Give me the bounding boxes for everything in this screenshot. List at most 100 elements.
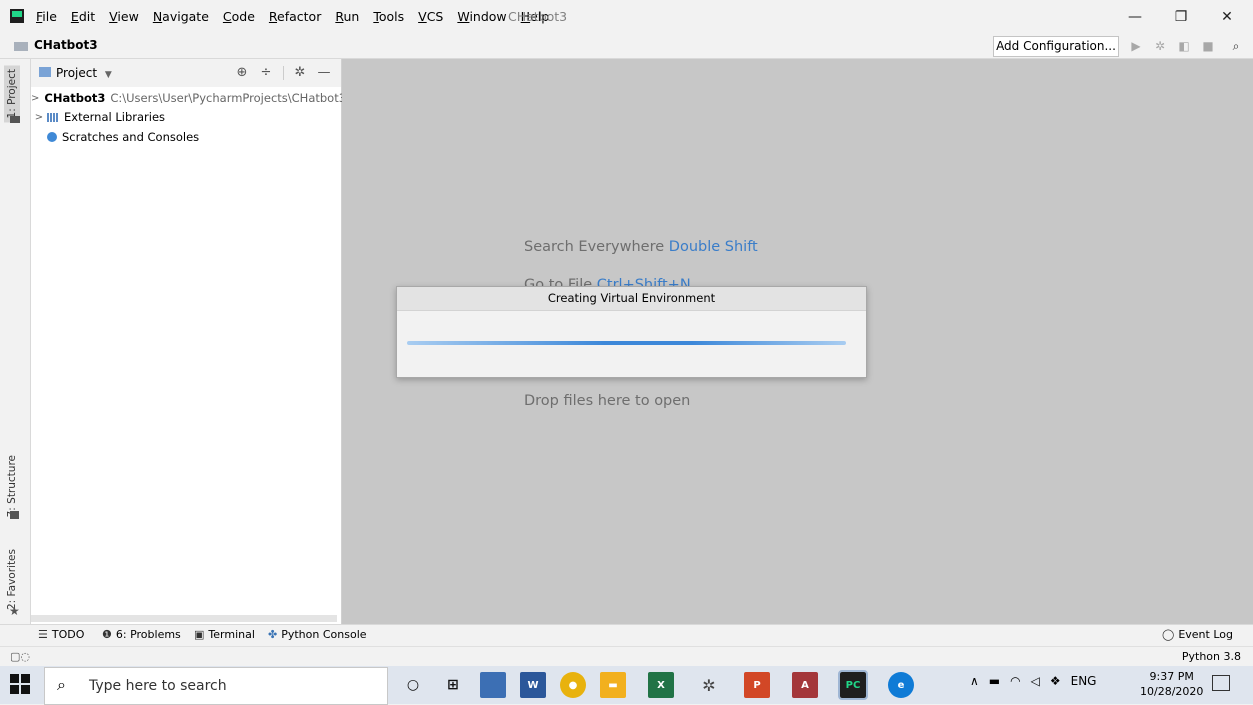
close-button[interactable]: ✕ xyxy=(1204,4,1250,30)
tree-item-project-root[interactable]: > CHatbot3 C:\Users\User\PycharmProjects… xyxy=(31,88,346,108)
hint-text: Drop files here to open xyxy=(524,393,691,409)
tree-item-scratches[interactable]: Scratches and Consoles xyxy=(31,127,341,147)
project-view-selector[interactable]: Project ▼ xyxy=(56,66,112,80)
menu-edit[interactable]: Edit xyxy=(71,9,95,24)
cortana-icon[interactable]: ○ xyxy=(400,672,426,698)
scratches-icon xyxy=(47,132,57,142)
tool-label: Terminal xyxy=(208,628,255,641)
clock-time: 9:37 PM xyxy=(1149,670,1194,683)
app-icon[interactable] xyxy=(480,672,506,698)
battery-icon[interactable]: ▬ xyxy=(989,674,1000,688)
tree-item-label: CHatbot3 xyxy=(44,91,106,105)
excel-icon[interactable]: X xyxy=(648,672,674,698)
chrome-icon[interactable]: ● xyxy=(560,672,586,698)
library-icon xyxy=(47,112,59,122)
menu-code[interactable]: Code xyxy=(223,9,255,24)
menu-navigate[interactable]: Navigate xyxy=(153,9,209,24)
project-panel: Project ▼ ⊕ ÷ ✲ — > CHatbot3 C:\Users\Us… xyxy=(31,59,346,624)
powerpoint-icon[interactable]: P xyxy=(744,672,770,698)
collapse-all-icon[interactable]: ÷ xyxy=(257,64,275,82)
word-icon[interactable]: W xyxy=(520,672,546,698)
tool-label: Python Console xyxy=(281,628,367,641)
wifi-icon[interactable]: ◠ xyxy=(1010,674,1020,688)
menu-bar: File Edit View Navigate Code Refactor Ru… xyxy=(0,0,1253,34)
menu-window[interactable]: Window xyxy=(457,9,506,24)
project-tool-tab[interactable]: 1: Project xyxy=(4,65,20,123)
window-title: CHatbot3 xyxy=(508,9,568,24)
todo-tool-button[interactable]: ☰ TODO xyxy=(38,628,84,641)
language-indicator[interactable]: ENG xyxy=(1071,674,1097,688)
event-log-icon: ◯ xyxy=(1162,628,1175,641)
taskbar-search-box[interactable]: ⌕ Type here to search xyxy=(44,667,388,705)
task-view-icon[interactable]: ⊞ xyxy=(440,672,466,698)
breadcrumb[interactable]: CHatbot3 xyxy=(34,38,98,52)
tree-item-path: C:\Users\User\PycharmProjects\CHatbot3 xyxy=(110,91,347,105)
minimize-button[interactable]: — xyxy=(1112,4,1158,30)
tool-label: Event Log xyxy=(1178,628,1233,641)
menu-refactor[interactable]: Refactor xyxy=(269,9,321,24)
coverage-icon[interactable]: ◧ xyxy=(1174,37,1194,55)
interpreter-status[interactable]: Python 3.8 xyxy=(1182,650,1241,663)
python-icon: ✤ xyxy=(268,628,278,641)
horizontal-scrollbar[interactable] xyxy=(31,615,337,622)
project-panel-header: Project ▼ ⊕ ÷ ✲ — xyxy=(31,59,341,87)
debug-icon[interactable]: ✲ xyxy=(1150,37,1170,55)
structure-icon xyxy=(10,511,19,519)
hint-drop-files: Drop files here to open xyxy=(524,393,690,409)
navigation-bar: CHatbot3 Add Configuration... ▶ ✲ ◧ ■ ⌕ xyxy=(0,34,1253,59)
run-icon[interactable]: ▶ xyxy=(1126,37,1146,55)
favorites-tool-tab[interactable]: 2: Favorites xyxy=(6,549,18,610)
file-explorer-icon[interactable]: ▬ xyxy=(600,672,626,698)
project-folder-icon xyxy=(10,116,20,123)
tool-window-bar: ☰ TODO ❶ 6: Problems ▣ Terminal ✤ Python… xyxy=(0,624,1253,647)
problems-icon: ❶ xyxy=(102,628,112,641)
chevron-up-icon[interactable]: ∧ xyxy=(970,674,979,688)
folder-icon xyxy=(14,42,28,51)
hide-panel-icon[interactable]: — xyxy=(315,64,333,82)
menu-view[interactable]: View xyxy=(109,9,139,24)
volume-icon[interactable]: ◁ xyxy=(1031,674,1040,688)
tool-label: TODO xyxy=(51,628,85,641)
gear-icon[interactable]: ✲ xyxy=(291,64,309,82)
edge-icon[interactable]: e xyxy=(888,672,914,698)
dropbox-icon[interactable]: ❖ xyxy=(1050,674,1061,688)
tree-item-external-libraries[interactable]: > External Libraries xyxy=(31,107,341,127)
menu-run[interactable]: Run xyxy=(335,9,359,24)
chevron-right-icon[interactable]: > xyxy=(31,112,47,123)
progress-bar xyxy=(407,341,846,345)
tree-item-label: External Libraries xyxy=(64,110,166,124)
windows-start-icon[interactable] xyxy=(10,674,30,694)
system-tray: ∧ ▬ ◠ ◁ ❖ ENG xyxy=(970,674,1096,688)
todo-icon: ☰ xyxy=(38,628,48,641)
hint-search-everywhere: Search Everywhere Double Shift xyxy=(524,239,758,255)
search-icon[interactable]: ⌕ xyxy=(1226,37,1246,55)
chevron-right-icon[interactable]: > xyxy=(31,93,39,104)
stop-icon[interactable]: ■ xyxy=(1198,37,1218,55)
maximize-button[interactable]: ❐ xyxy=(1158,4,1204,30)
notification-icon[interactable] xyxy=(1212,675,1230,691)
access-icon[interactable]: A xyxy=(792,672,818,698)
layout-toggle-icon[interactable]: ▢◌ xyxy=(10,650,30,663)
problems-tool-button[interactable]: ❶ 6: Problems xyxy=(102,628,181,641)
tool-label: 6: Problems xyxy=(115,628,181,641)
chevron-down-icon: ▼ xyxy=(104,70,112,80)
menu-tools[interactable]: Tools xyxy=(373,9,404,24)
menu-file[interactable]: File xyxy=(36,9,57,24)
menu-vcs[interactable]: VCS xyxy=(418,9,443,24)
dialog-title: Creating Virtual Environment xyxy=(397,287,866,311)
terminal-tool-button[interactable]: ▣ Terminal xyxy=(194,628,255,641)
event-log-tool-button[interactable]: ◯ Event Log xyxy=(1162,628,1233,641)
python-console-tool-button[interactable]: ✤ Python Console xyxy=(268,628,367,641)
status-bar: ▢◌ Python 3.8 xyxy=(0,646,1253,667)
menu-items: File Edit View Navigate Code Refactor Ru… xyxy=(36,9,549,24)
clock[interactable]: 9:37 PM 10/28/2020 xyxy=(1140,669,1203,699)
hint-text: Search Everywhere xyxy=(524,239,665,255)
network-app-icon[interactable]: ✲ xyxy=(696,672,722,698)
add-configuration-button[interactable]: Add Configuration... xyxy=(993,36,1119,57)
divider xyxy=(283,66,284,80)
pycharm-icon[interactable]: PC xyxy=(838,670,868,700)
search-icon: ⌕ xyxy=(57,675,66,694)
locate-icon[interactable]: ⊕ xyxy=(233,64,251,82)
progress-dialog: Creating Virtual Environment xyxy=(396,286,867,378)
structure-tool-tab[interactable]: 7: Structure xyxy=(6,455,18,517)
